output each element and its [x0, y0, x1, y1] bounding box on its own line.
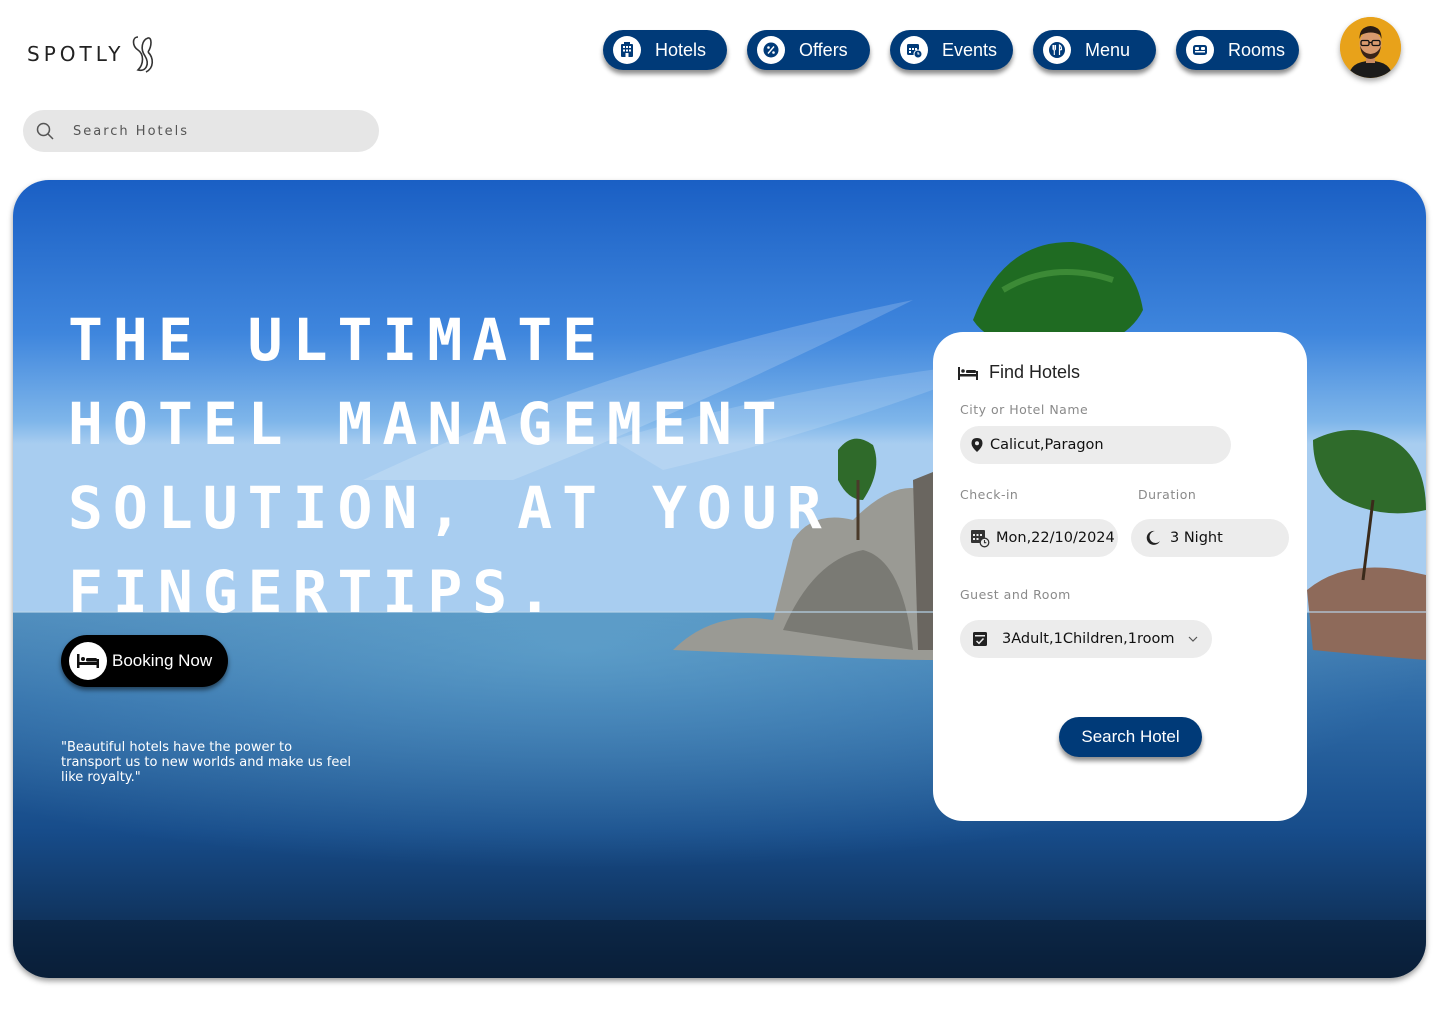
search-bar: [23, 110, 379, 152]
city-field[interactable]: Calicut,Paragon: [960, 426, 1231, 464]
checkin-value: Mon,22/10/2024: [996, 530, 1115, 546]
guests-select[interactable]: 3Adult,1Children,1room: [960, 620, 1212, 658]
brand-name: SPOTLY: [27, 42, 125, 66]
brand-mark-icon: [133, 36, 154, 73]
hero-banner: THE ULTIMATE HOTEL MANAGEMENT SOLUTION, …: [13, 180, 1426, 978]
nav-hotels-button[interactable]: Hotels: [603, 30, 727, 70]
search-icon[interactable]: [35, 121, 55, 141]
calendar-clock-icon: [971, 530, 990, 548]
find-hotels-header: Find Hotels: [957, 362, 1080, 383]
nav-offers-label: Offers: [799, 39, 848, 60]
duration-field[interactable]: 3 Night: [1131, 519, 1289, 557]
nav-menu-button[interactable]: Menu: [1033, 30, 1156, 70]
user-avatar[interactable]: [1340, 17, 1401, 78]
fork-knife-icon: [1043, 36, 1071, 64]
duration-label: Duration: [1138, 487, 1197, 502]
chevron-down-icon: [1188, 636, 1198, 642]
nav-rooms-button[interactable]: Rooms: [1176, 30, 1299, 70]
nav-events-label: Events: [942, 39, 998, 60]
nav-hotels-label: Hotels: [655, 39, 707, 60]
city-label: City or Hotel Name: [960, 402, 1089, 417]
calendar-clock-icon: [900, 36, 928, 64]
calendar-check-icon: [973, 632, 987, 646]
percent-badge-icon: [757, 36, 785, 64]
nav-rooms-label: Rooms: [1228, 39, 1286, 60]
booking-now-button[interactable]: Booking Now: [61, 635, 228, 687]
location-pin-icon: [971, 438, 983, 452]
find-hotels-title: Find Hotels: [989, 362, 1081, 382]
moon-icon: [1146, 530, 1160, 545]
nav-events-button[interactable]: Events: [890, 30, 1013, 70]
bed-icon: [69, 642, 107, 680]
guests-value: 3Adult,1Children,1room: [1002, 631, 1175, 647]
search-hotel-button[interactable]: Search Hotel: [1059, 717, 1202, 757]
guests-label: Guest and Room: [960, 587, 1071, 602]
city-value: Calicut,Paragon: [990, 437, 1104, 453]
booking-now-label: Booking Now: [112, 651, 213, 670]
checkin-label: Check-in: [960, 487, 1019, 502]
main-nav: Hotels Offers Events Menu Rooms: [603, 30, 1299, 70]
nav-offers-button[interactable]: Offers: [747, 30, 870, 70]
hotel-building-icon: [613, 36, 641, 64]
hero-headline: THE ULTIMATE HOTEL MANAGEMENT SOLUTION, …: [68, 306, 832, 626]
duration-value: 3 Night: [1170, 530, 1223, 546]
search-input[interactable]: [73, 123, 363, 139]
hero-quote: "Beautiful hotels have the power to tran…: [61, 740, 351, 785]
bed-icon: [958, 366, 978, 380]
checkin-field[interactable]: Mon,22/10/2024: [960, 519, 1118, 557]
nav-menu-label: Menu: [1085, 39, 1131, 60]
brand-logo[interactable]: SPOTLY: [27, 34, 156, 74]
find-hotels-card: Find Hotels City or Hotel Name Calicut,P…: [933, 332, 1307, 821]
bed-icon: [1186, 36, 1214, 64]
